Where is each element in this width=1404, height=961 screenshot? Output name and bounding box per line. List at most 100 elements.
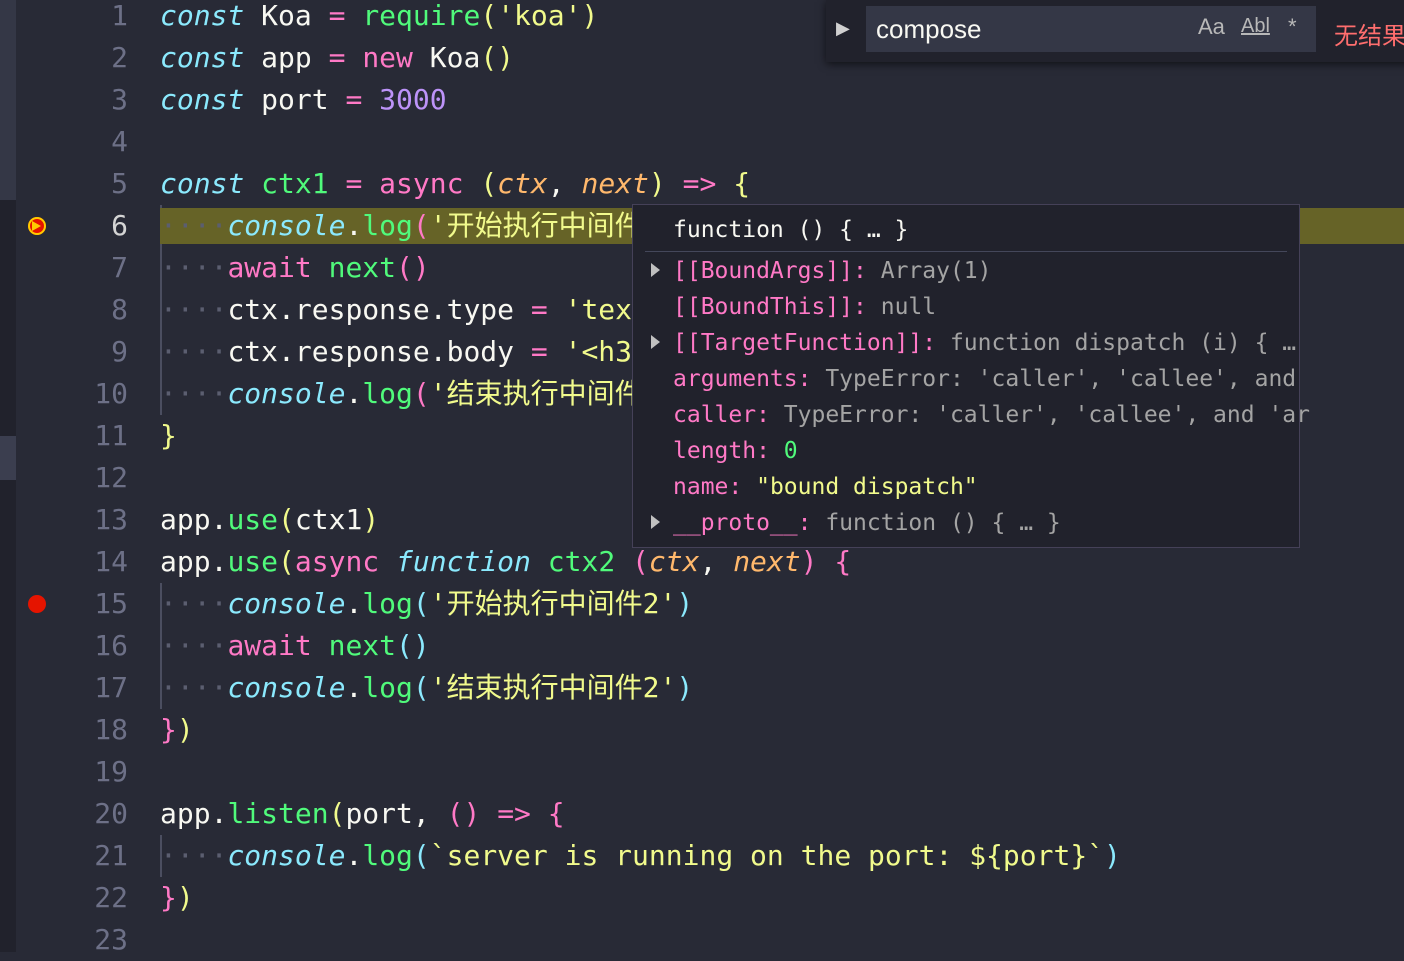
code-text: const port = 3000 — [160, 79, 447, 121]
code-text: }) — [160, 709, 194, 751]
expand-chevron-icon[interactable] — [651, 515, 660, 529]
code-token: `server is running on the port: ${port}` — [429, 839, 1105, 872]
expand-chevron-icon[interactable] — [651, 335, 660, 349]
code-token: ···· — [160, 209, 228, 242]
code-line[interactable]: 19 — [16, 751, 1404, 793]
code-token: Koa — [412, 41, 481, 74]
code-text: const app = new Koa() — [160, 37, 514, 79]
code-line[interactable]: 15 ····console.log('开始执行中间件2') — [16, 583, 1404, 625]
code-token: 'tex — [564, 293, 633, 326]
line-number: 12 — [94, 461, 128, 494]
code-token: ) — [362, 503, 380, 536]
line-number: 15 — [94, 587, 128, 620]
hover-property-colon: : — [797, 366, 826, 392]
code-line[interactable]: 16 ····await next() — [16, 625, 1404, 667]
code-line[interactable]: 21 ····console.log(`server is running on … — [16, 835, 1404, 877]
code-token: . — [345, 671, 363, 704]
code-token: next — [328, 251, 397, 284]
code-token: '<h3 — [564, 335, 633, 368]
code-token: ) — [176, 881, 194, 914]
code-text: ····console.log(`server is running on th… — [160, 835, 1121, 877]
code-line[interactable]: 17 ····console.log('结束执行中间件2') — [16, 667, 1404, 709]
hover-property-row: arguments: TypeError: 'caller', 'callee'… — [673, 363, 1296, 395]
line-number: 1 — [111, 0, 128, 32]
hover-property-row[interactable]: [[TargetFunction]]: function dispatch (i… — [651, 327, 1296, 359]
code-token: ctx1 — [294, 503, 363, 536]
code-token: log — [362, 377, 413, 410]
code-text: ····console.log('结束执行中间件 — [160, 373, 643, 415]
hover-property-value: 0 — [783, 438, 798, 464]
code-token: console — [227, 377, 346, 410]
hover-separator — [645, 251, 1287, 252]
hover-property-row: length: 0 — [673, 435, 798, 467]
code-token: ctx1 — [261, 167, 329, 200]
code-token: , — [547, 167, 582, 200]
toggle-replace-icon[interactable]: ▶ — [836, 18, 850, 39]
code-line[interactable]: 4 — [16, 121, 1404, 163]
code-text: ····await next() — [160, 625, 430, 667]
hover-property-key: [[TargetFunction]] — [673, 330, 923, 356]
line-number: 6 — [111, 209, 128, 242]
code-token: () — [446, 797, 481, 830]
match-case-toggle[interactable]: Aa — [1198, 14, 1225, 40]
code-text: const Koa = require('koa') — [160, 0, 598, 37]
code-token: app — [244, 41, 329, 74]
line-number: 23 — [94, 923, 128, 956]
regex-toggle-icon[interactable]: * — [1288, 14, 1297, 40]
line-number: 8 — [111, 293, 128, 326]
code-token: port, — [345, 797, 447, 830]
code-token: use — [227, 503, 279, 536]
code-token: '开始执行中间件 — [429, 209, 643, 242]
code-line[interactable]: 18}) — [16, 709, 1404, 751]
hover-property-value: Array(1) — [880, 258, 992, 284]
code-token: () — [396, 251, 430, 284]
code-token: next — [328, 629, 397, 662]
breakpoint-icon[interactable] — [28, 595, 46, 613]
line-number: 19 — [94, 755, 128, 788]
code-token: = — [345, 83, 363, 116]
code-token: () — [480, 41, 515, 74]
whole-word-toggle[interactable]: Abl — [1240, 14, 1271, 39]
code-token: listen — [227, 797, 329, 830]
code-token: ···· — [160, 377, 228, 410]
line-number: 3 — [111, 83, 128, 116]
line-number: 7 — [111, 251, 128, 284]
code-token: ( — [480, 0, 498, 32]
find-widget: ▶ Aa Abl * 无结果 — [826, 0, 1404, 62]
code-token: require — [362, 0, 481, 32]
hover-property-row[interactable]: [[BoundArgs]]: Array(1) — [651, 255, 992, 287]
code-line[interactable]: 20 app.listen(port, () => { — [16, 793, 1404, 835]
paused-breakpoint-icon[interactable] — [28, 217, 46, 235]
hover-property-key: __proto__ — [673, 510, 798, 536]
code-token: Koa — [244, 0, 329, 32]
hover-title: function () { … } — [673, 217, 909, 243]
code-line[interactable]: 3 const port = 3000 — [16, 79, 1404, 121]
code-token: async — [379, 167, 464, 200]
hover-property-row[interactable]: __proto__: function () { … } — [651, 507, 1061, 539]
code-token: app. — [160, 503, 228, 536]
code-token: log — [362, 209, 413, 242]
code-text: const ctx1 = async (ctx, next) => { — [160, 163, 750, 205]
code-line[interactable]: 23 — [16, 919, 1404, 961]
code-text: ····console.log('开始执行中间件2') — [160, 583, 693, 625]
code-token: log — [362, 587, 413, 620]
code-token: } — [160, 713, 177, 746]
activity-bar-strip — [0, 0, 16, 952]
expand-chevron-icon[interactable] — [651, 263, 660, 277]
code-token: ) — [800, 545, 818, 578]
code-line[interactable]: 22}) — [16, 877, 1404, 919]
code-token: ( — [278, 545, 295, 578]
code-token: const — [160, 41, 245, 74]
code-line[interactable]: 5 const ctx1 = async (ctx, next) => { — [16, 163, 1404, 205]
